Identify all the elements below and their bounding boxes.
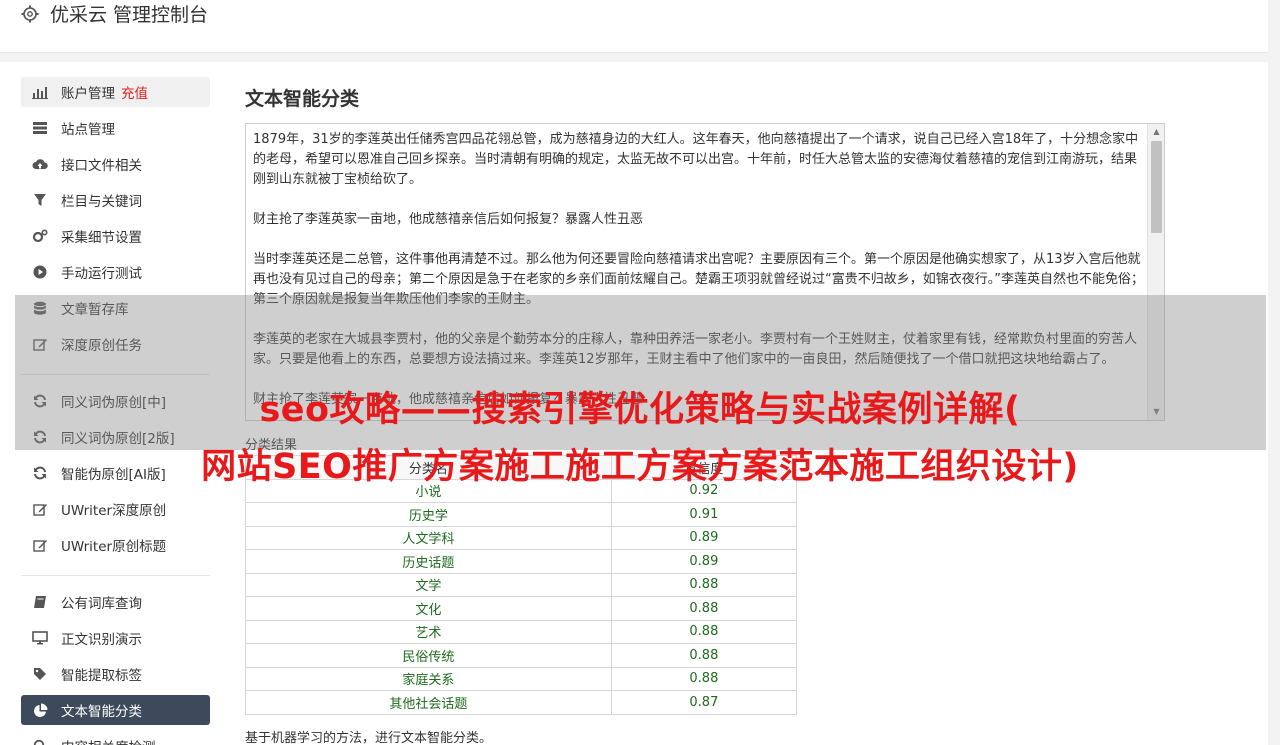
sidebar-item-sites[interactable]: 站点管理 [21, 113, 210, 143]
table-row: 文学 0.88 [245, 572, 798, 597]
method-footnote: 基于机器学习的方法，进行文本智能分类。 [245, 731, 493, 745]
category-cell: 历史话题 [245, 549, 612, 574]
sidebar-item-uwriter-title[interactable]: UWriter原创标题 [21, 530, 210, 560]
search-icon [31, 737, 49, 745]
category-cell: 历史学 [245, 502, 612, 527]
table-row: 文化 0.88 [245, 596, 798, 621]
sidebar-item-label: 账户管理 [61, 86, 115, 102]
table-row: 家庭关系 0.88 [245, 666, 798, 691]
category-cell: 文学 [245, 572, 612, 597]
sidebar-item-label: 正文识别演示 [61, 632, 142, 648]
scroll-up-arrow-icon[interactable]: ▲ [1151, 126, 1162, 138]
sidebar-item-account[interactable]: 账户管理 充值 [21, 77, 210, 107]
sidebar-item-label: 站点管理 [61, 122, 115, 138]
sidebar-item-body-recognition[interactable]: 正文识别演示 [21, 623, 210, 653]
confidence-cell: 0.88 [610, 619, 798, 644]
category-cell: 人文学科 [245, 525, 612, 550]
sidebar-item-columns-keywords[interactable]: 栏目与关键词 [21, 185, 210, 215]
sidebar-item-collect-settings[interactable]: 采集细节设置 [21, 221, 210, 251]
table-row: 历史话题 0.89 [245, 549, 798, 574]
sidebar-item-relevance-check[interactable]: 内容相关度检测 [21, 731, 210, 745]
sidebar-item-label: UWriter深度原创 [61, 503, 167, 519]
edit-icon [31, 536, 49, 554]
sidebar-item-api-files[interactable]: 接口文件相关 [21, 149, 210, 179]
sidebar-item-public-lexicon[interactable]: 公有词库查询 [21, 587, 210, 617]
sidebar-item-label: 内容相关度检测 [61, 736, 156, 745]
server-icon [31, 119, 49, 137]
category-cell: 家庭关系 [245, 666, 612, 691]
scrollbar-thumb[interactable] [1151, 141, 1162, 233]
bar-chart-icon [31, 83, 49, 101]
watermark-headline-line1: seo攻略——搜索引擎优化策略与实战案例详解( [259, 390, 1021, 430]
confidence-cell: 0.88 [610, 572, 798, 597]
sidebar-item-extract-tags[interactable]: 智能提取标签 [21, 659, 210, 689]
sidebar-item-manual-test[interactable]: 手动运行测试 [21, 257, 210, 287]
filter-icon [31, 191, 49, 209]
confidence-cell: 0.87 [610, 690, 798, 715]
confidence-cell: 0.89 [610, 525, 798, 550]
sidebar-item-label: UWriter原创标题 [61, 539, 167, 555]
watermark-headline-line2: 网站SEO推广方案施工施工方案方案范本施工组织设计) [201, 447, 1079, 487]
top-bar: 优采云 管理控制台 [0, 0, 1268, 53]
confidence-cell: 0.89 [610, 549, 798, 574]
sidebar-item-text-classify[interactable]: 文本智能分类 [21, 695, 210, 725]
recharge-link[interactable]: 充值 [121, 82, 148, 102]
sidebar-item-label: 手动运行测试 [61, 266, 142, 282]
category-cell: 民俗传统 [245, 643, 612, 668]
sidebar-item-uwriter-deep[interactable]: UWriter深度原创 [21, 494, 210, 524]
category-cell: 其他社会话题 [245, 690, 612, 715]
table-row: 艺术 0.88 [245, 619, 798, 644]
page-title: 文本智能分类 [245, 88, 360, 110]
cogs-icon [31, 227, 49, 245]
cloud-upload-icon [31, 155, 49, 173]
gear-icon [20, 4, 40, 24]
confidence-cell: 0.91 [610, 502, 798, 527]
sidebar-item-label: 文本智能分类 [61, 704, 142, 720]
table-row: 民俗传统 0.88 [245, 643, 798, 668]
sidebar-item-label: 公有词库查询 [61, 596, 142, 612]
table-row: 人文学科 0.89 [245, 525, 798, 550]
edit-icon [31, 500, 49, 518]
sidebar-item-label: 接口文件相关 [61, 158, 142, 174]
play-circle-icon [31, 263, 49, 281]
sidebar-item-label: 栏目与关键词 [61, 194, 142, 210]
confidence-cell: 0.88 [610, 596, 798, 621]
sidebar-item-label: 智能提取标签 [61, 668, 142, 684]
book-icon [31, 593, 49, 611]
text-paragraph: 1879年，31岁的李莲英出任储秀宫四品花翎总管，成为慈禧身边的大红人。这年春天… [253, 132, 1139, 187]
confidence-cell: 0.88 [610, 666, 798, 691]
table-row: 其他社会话题 0.87 [245, 690, 798, 715]
category-cell: 文化 [245, 596, 612, 621]
tag-icon [31, 665, 49, 683]
confidence-cell: 0.88 [610, 643, 798, 668]
classification-table: 分类名 置信度 小说 0.92 历史学 0.91 人文学科 0.89 历史话题 0.89… [245, 455, 798, 715]
console-title: 优采云 管理控制台 [50, 4, 209, 26]
sidebar-divider [21, 575, 210, 576]
table-row: 历史学 0.91 [245, 502, 798, 527]
category-cell: 艺术 [245, 619, 612, 644]
sidebar-item-label: 采集细节设置 [61, 230, 142, 246]
pie-chart-icon [31, 701, 49, 719]
monitor-icon [31, 629, 49, 647]
text-paragraph: 财主抢了李莲英家一亩地，他成慈禧亲信后如何报复？暴露人性丑恶 [253, 212, 644, 227]
